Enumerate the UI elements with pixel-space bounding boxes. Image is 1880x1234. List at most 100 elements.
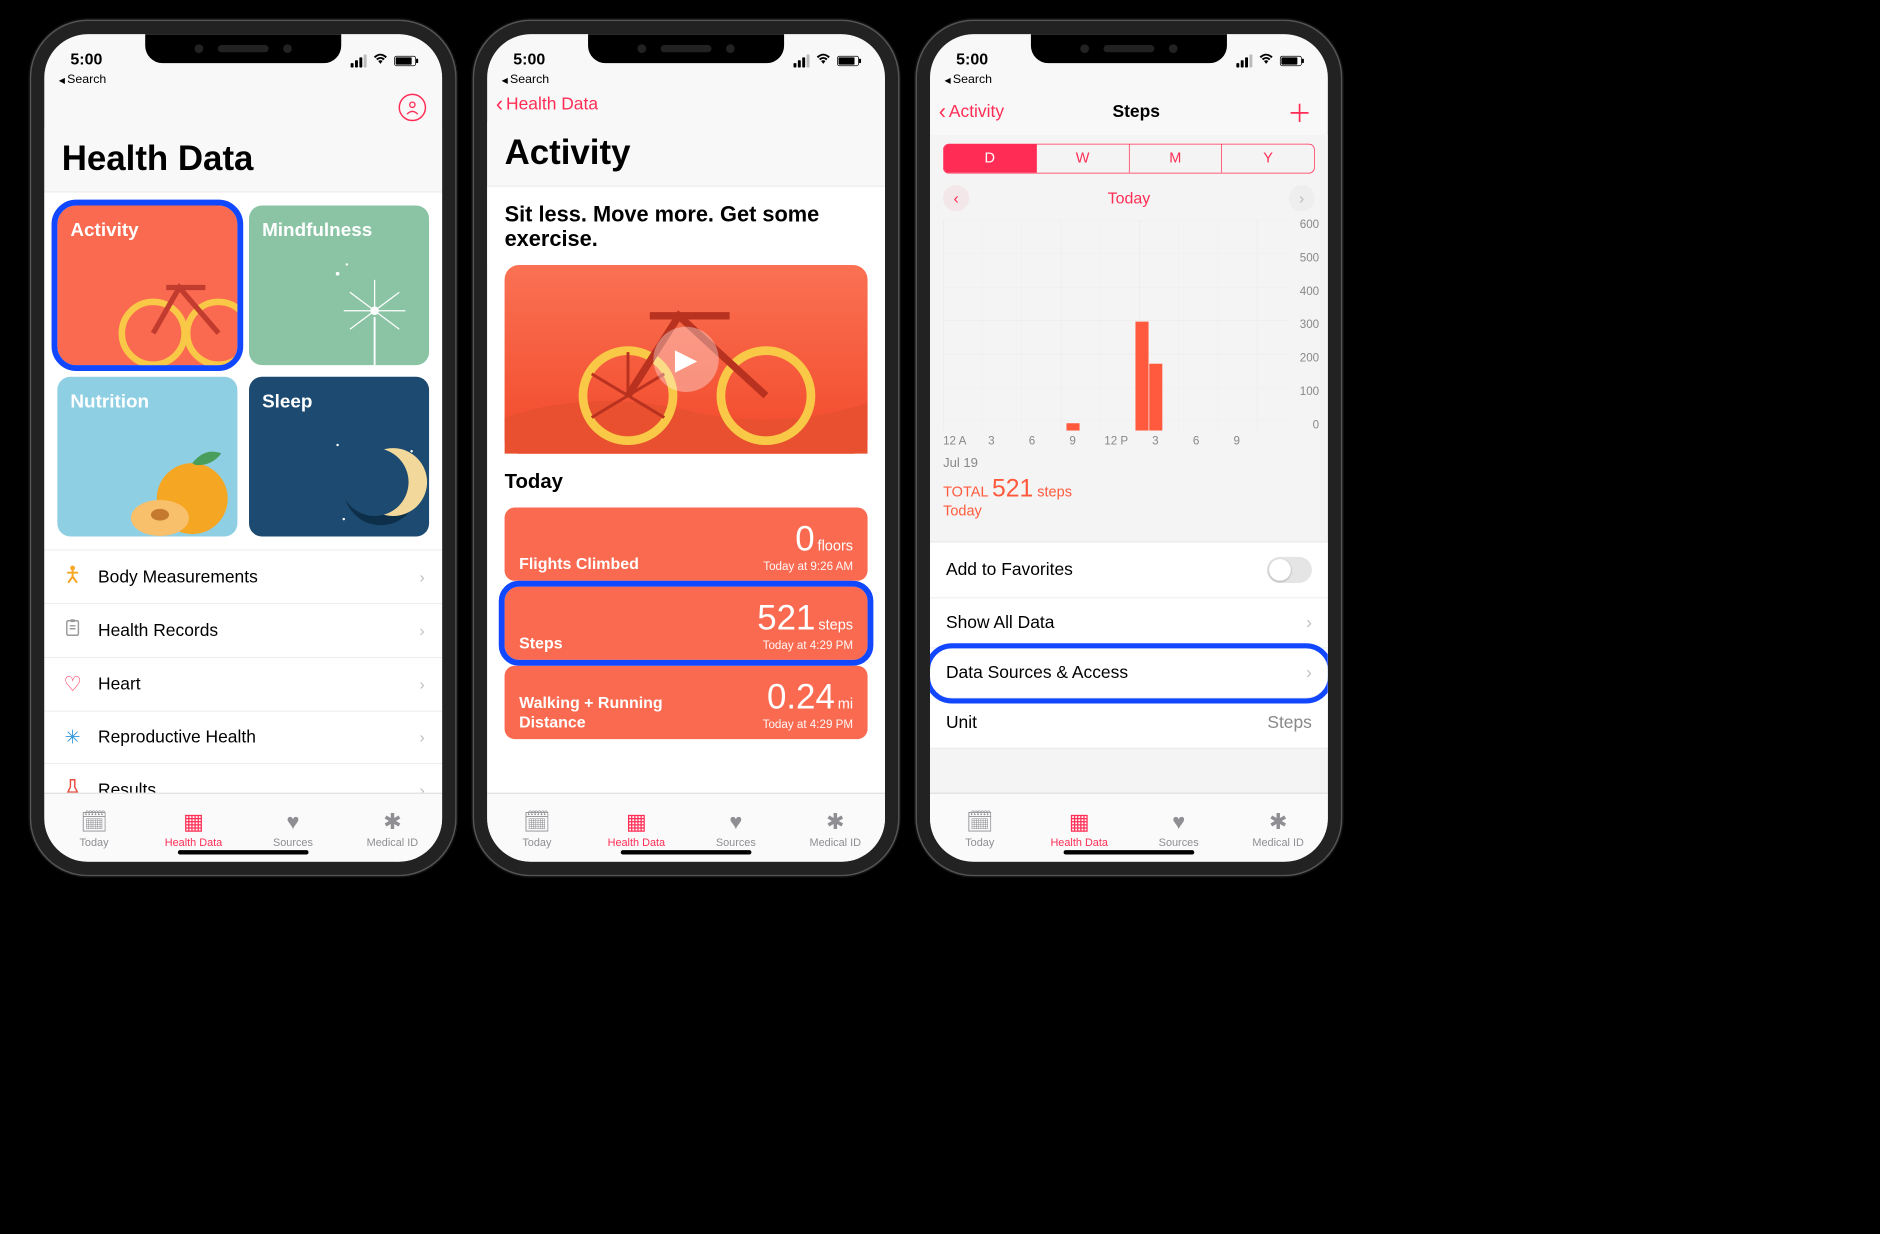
back-to-search[interactable]: Search bbox=[44, 70, 442, 86]
total-sub: Today bbox=[943, 503, 982, 519]
body-icon bbox=[62, 565, 84, 589]
row-body-measurements[interactable]: Body Measurements › bbox=[44, 550, 442, 604]
tab-medical-id[interactable]: ✱Medical ID bbox=[343, 794, 442, 862]
metric-unit: floors bbox=[818, 538, 854, 554]
tile-label: Sleep bbox=[262, 390, 312, 412]
phone-health-data: 5:00 Search Health Data Activity bbox=[30, 20, 457, 877]
battery-icon bbox=[394, 56, 416, 66]
back-button[interactable]: ‹ Activity bbox=[939, 101, 1004, 123]
dandelion-icon bbox=[313, 249, 429, 365]
x-tick: 9 bbox=[1233, 435, 1239, 448]
metric-timestamp: Today at 4:29 PM bbox=[757, 640, 853, 653]
back-to-search[interactable]: Search bbox=[930, 70, 1328, 86]
tab-medical-id[interactable]: ✱Medical ID bbox=[786, 794, 885, 862]
results-icon bbox=[62, 778, 84, 793]
metric-value: 0.24 bbox=[767, 678, 835, 716]
tile-label: Nutrition bbox=[70, 390, 149, 412]
back-label: Health Data bbox=[506, 94, 598, 114]
chart-date: Jul 19 bbox=[930, 455, 1328, 470]
y-tick: 500 bbox=[1300, 252, 1319, 265]
metric-flights-climbed[interactable]: Flights Climbed 0floors Today at 9:26 AM bbox=[505, 507, 868, 580]
row-label: Show All Data bbox=[946, 613, 1054, 633]
add-button[interactable]: ＋ bbox=[1268, 94, 1312, 130]
grid-icon: ▦ bbox=[1069, 811, 1090, 833]
metric-value: 0 bbox=[795, 520, 814, 558]
heart-tab-icon: ♥ bbox=[1172, 811, 1185, 833]
metric-walking-running[interactable]: Walking + Running Distance 0.24mi Today … bbox=[505, 666, 868, 739]
back-to-search[interactable]: Search bbox=[487, 70, 885, 86]
tile-sleep[interactable]: Sleep bbox=[249, 377, 429, 537]
chevron-right-icon: › bbox=[1306, 613, 1312, 633]
section-today: Today bbox=[487, 461, 885, 502]
home-indicator[interactable] bbox=[621, 850, 752, 854]
wifi-icon bbox=[1258, 52, 1274, 69]
medical-icon: ✱ bbox=[826, 811, 844, 833]
row-reproductive-health[interactable]: ✳ Reproductive Health › bbox=[44, 711, 442, 763]
back-label: Activity bbox=[949, 101, 1004, 121]
category-list: Body Measurements › Health Records › ♡ H… bbox=[44, 550, 442, 793]
tab-today[interactable]: 🗓Today bbox=[44, 794, 143, 862]
row-health-records[interactable]: Health Records › bbox=[44, 603, 442, 657]
row-add-to-favorites[interactable]: Add to Favorites bbox=[930, 542, 1328, 598]
row-label: Add to Favorites bbox=[946, 560, 1073, 580]
metric-unit: steps bbox=[818, 617, 853, 633]
phone-activity: 5:00 Search ‹ Health Data Activity Sit l… bbox=[473, 20, 900, 877]
x-tick: 9 bbox=[1069, 435, 1075, 448]
segment-day[interactable]: D bbox=[944, 144, 1037, 172]
row-unit[interactable]: Unit Steps bbox=[930, 698, 1328, 748]
segment-month[interactable]: M bbox=[1129, 144, 1222, 172]
prev-day-button[interactable]: ‹ bbox=[943, 185, 969, 211]
tile-activity[interactable]: Activity bbox=[57, 205, 237, 365]
tab-today[interactable]: 🗓Today bbox=[930, 794, 1029, 862]
y-tick: 600 bbox=[1300, 219, 1319, 232]
metric-name: Steps bbox=[519, 634, 563, 653]
row-data-sources-access[interactable]: Data Sources & Access › bbox=[930, 648, 1328, 698]
medical-icon: ✱ bbox=[383, 811, 401, 833]
signal-icon bbox=[1236, 54, 1252, 67]
chevron-right-icon: › bbox=[419, 781, 424, 793]
favorites-toggle[interactable] bbox=[1267, 557, 1312, 583]
status-time: 5:00 bbox=[956, 50, 988, 69]
chevron-right-icon: › bbox=[419, 567, 424, 586]
tab-today[interactable]: 🗓Today bbox=[487, 794, 586, 862]
notch bbox=[588, 34, 784, 63]
y-tick: 100 bbox=[1300, 386, 1319, 399]
row-results[interactable]: Results › bbox=[44, 763, 442, 793]
calendar-icon: 🗓 bbox=[523, 811, 551, 833]
status-time: 5:00 bbox=[70, 50, 102, 69]
metric-unit: mi bbox=[838, 696, 853, 712]
chevron-right-icon: › bbox=[419, 621, 424, 640]
metric-steps[interactable]: Steps 521steps Today at 4:29 PM bbox=[505, 587, 868, 660]
page-title: Health Data bbox=[44, 127, 442, 192]
tile-mindfulness[interactable]: Mindfulness bbox=[249, 205, 429, 365]
next-day-button[interactable]: › bbox=[1289, 185, 1315, 211]
y-tick: 200 bbox=[1300, 352, 1319, 365]
y-tick: 0 bbox=[1313, 419, 1319, 432]
home-indicator[interactable] bbox=[1064, 850, 1195, 854]
battery-icon bbox=[837, 56, 859, 66]
chevron-left-icon: ‹ bbox=[496, 94, 503, 116]
notch bbox=[1031, 34, 1227, 63]
metric-name: Flights Climbed bbox=[519, 554, 639, 573]
home-indicator[interactable] bbox=[178, 850, 309, 854]
calendar-icon: 🗓 bbox=[966, 811, 994, 833]
time-range-segment: D W M Y bbox=[943, 144, 1315, 174]
grid-icon: ▦ bbox=[183, 811, 204, 833]
profile-button[interactable] bbox=[399, 94, 427, 122]
row-show-all-data[interactable]: Show All Data › bbox=[930, 598, 1328, 648]
page-subtitle: Sit less. Move more. Get some exercise. bbox=[487, 187, 885, 265]
page-title: Activity bbox=[487, 121, 885, 186]
wifi-icon bbox=[372, 52, 388, 69]
row-heart[interactable]: ♡ Heart › bbox=[44, 657, 442, 711]
records-icon bbox=[62, 619, 84, 643]
total-value: 521 bbox=[992, 475, 1033, 503]
segment-year[interactable]: Y bbox=[1222, 144, 1314, 172]
tab-medical-id[interactable]: ✱Medical ID bbox=[1228, 794, 1327, 862]
segment-week[interactable]: W bbox=[1037, 144, 1130, 172]
intro-video[interactable]: ▶ bbox=[505, 265, 868, 454]
back-button[interactable]: ‹ Health Data bbox=[496, 94, 598, 116]
repro-icon: ✳ bbox=[62, 726, 84, 749]
x-tick: 12 A bbox=[943, 435, 966, 448]
tile-nutrition[interactable]: Nutrition bbox=[57, 377, 237, 537]
tile-label: Activity bbox=[70, 219, 138, 241]
